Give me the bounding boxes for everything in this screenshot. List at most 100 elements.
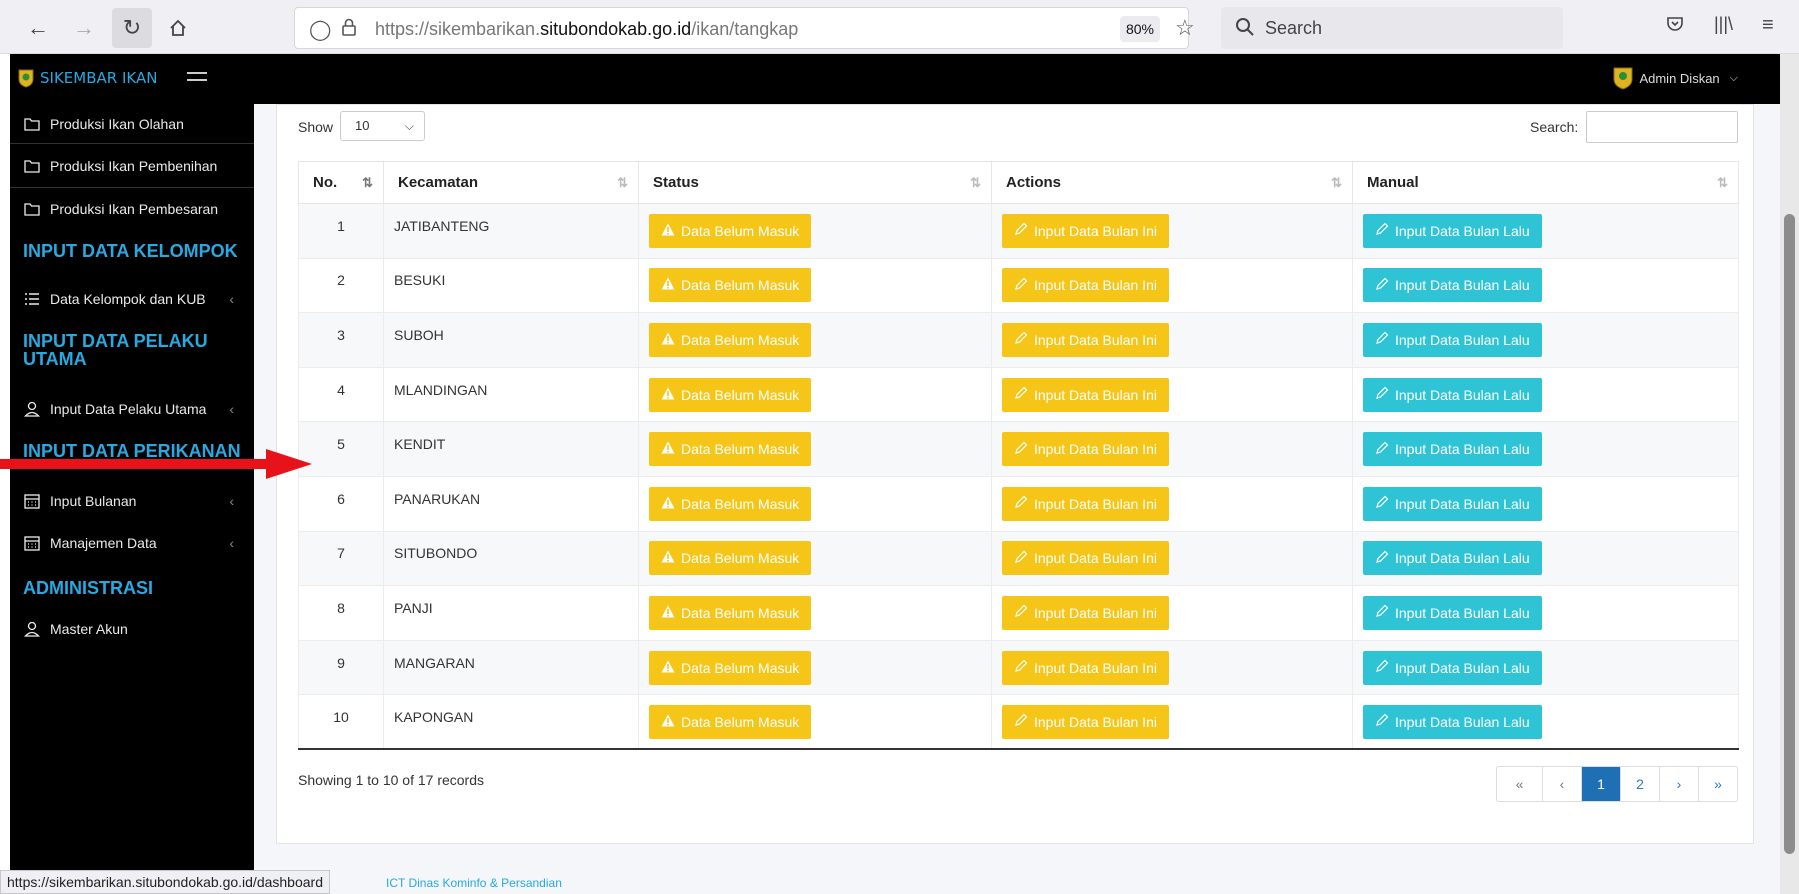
sidebar-item-label: Produksi Ikan Pembenihan: [50, 157, 218, 174]
forward-arrow-icon[interactable]: →: [64, 8, 104, 48]
input-last-month-button[interactable]: Input Data Bulan Lalu: [1363, 595, 1542, 630]
row-number: 4: [298, 366, 384, 423]
status-badge[interactable]: Data Belum Masuk: [649, 595, 812, 630]
show-entries-select[interactable]: 10 ⌵: [340, 111, 425, 141]
table-search-input[interactable]: [1586, 111, 1738, 143]
warning-icon: [661, 496, 675, 512]
input-this-month-button[interactable]: Input Data Bulan Ini: [1002, 704, 1169, 739]
next-page-button[interactable]: ›: [1659, 767, 1698, 801]
input-last-month-button[interactable]: Input Data Bulan Lalu: [1363, 268, 1542, 303]
input-last-month-button[interactable]: Input Data Bulan Lalu: [1363, 213, 1542, 248]
input-last-month-button[interactable]: Input Data Bulan Lalu: [1363, 322, 1542, 357]
input-this-month-button[interactable]: Input Data Bulan Ini: [1002, 650, 1169, 685]
padlock-icon[interactable]: [341, 18, 357, 36]
row-kecamatan: KENDIT: [383, 421, 639, 477]
column-header-kecamatan[interactable]: Kecamatan ⇅: [383, 161, 639, 204]
row-manual-cell: Input Data Bulan Lalu: [1352, 639, 1739, 696]
table-header-row: No. ⇅ Kecamatan ⇅ Status ⇅ Actions ⇅ Manual ⇅: [298, 161, 1739, 204]
row-manual-cell: Input Data Bulan Lalu: [1352, 421, 1739, 477]
row-number: 8: [298, 585, 384, 641]
tracking-shield-icon[interactable]: ◯: [309, 17, 331, 42]
menu-icon[interactable]: ≡: [1762, 14, 1774, 37]
warning-icon: [661, 277, 675, 293]
input-this-month-button[interactable]: Input Data Bulan Ini: [1002, 268, 1169, 303]
button-label: Input Data Bulan Lalu: [1395, 386, 1530, 403]
pencil-icon: [1014, 331, 1028, 348]
column-header-actions[interactable]: Actions ⇅: [991, 161, 1353, 204]
reload-icon[interactable]: ↻: [112, 8, 152, 48]
page-scrollbar[interactable]: [1780, 54, 1799, 894]
chevron-left-icon: ‹: [229, 401, 234, 417]
back-arrow-icon[interactable]: ←: [18, 8, 58, 48]
status-badge[interactable]: Data Belum Masuk: [649, 377, 812, 412]
column-header-no[interactable]: No. ⇅: [298, 161, 384, 204]
sidebar-item-data-kelompok[interactable]: Data Kelompok dan KUB ‹: [10, 279, 254, 319]
user-menu[interactable]: Admin Diskan ⌵: [1613, 66, 1738, 90]
scrollbar-thumb[interactable]: [1784, 214, 1795, 854]
status-badge[interactable]: Data Belum Masuk: [649, 650, 812, 685]
library-icon[interactable]: |||\: [1714, 14, 1733, 35]
bookmark-star-icon[interactable]: ☆: [1175, 15, 1195, 41]
input-last-month-button[interactable]: Input Data Bulan Lalu: [1363, 486, 1542, 521]
sidebar-item-manajemen-data[interactable]: Manajemen Data ‹: [10, 523, 254, 563]
pagination: « ‹ 1 2 › »: [1496, 766, 1738, 802]
input-this-month-button[interactable]: Input Data Bulan Ini: [1002, 486, 1169, 521]
input-this-month-button[interactable]: Input Data Bulan Ini: [1002, 432, 1169, 467]
input-this-month-button[interactable]: Input Data Bulan Ini: [1002, 377, 1169, 412]
last-page-button[interactable]: »: [1698, 767, 1737, 801]
sidebar-heading-pelaku: INPUT DATA PELAKU UTAMA: [23, 331, 208, 369]
zoom-level-badge[interactable]: 80%: [1120, 16, 1160, 42]
warning-icon: [661, 714, 675, 730]
sidebar-item-produksi-ikan-pembesaran[interactable]: Produksi Ikan Pembesaran: [10, 188, 254, 230]
url-text[interactable]: https://sikembarikan.situbondokab.go.id/…: [375, 19, 798, 40]
status-badge[interactable]: Data Belum Masuk: [649, 704, 812, 739]
row-kecamatan: BESUKI: [383, 257, 639, 314]
row-status-cell: Data Belum Masuk: [638, 366, 992, 423]
status-badge[interactable]: Data Belum Masuk: [649, 541, 812, 576]
pocket-icon[interactable]: [1665, 14, 1685, 40]
status-badge[interactable]: Data Belum Masuk: [649, 486, 812, 521]
browser-search-box[interactable]: Search: [1221, 7, 1563, 49]
sidebar-item-label: Produksi Ikan Pembesaran: [50, 201, 219, 217]
row-status-cell: Data Belum Masuk: [638, 257, 992, 314]
status-badge[interactable]: Data Belum Masuk: [649, 268, 812, 303]
input-this-month-button[interactable]: Input Data Bulan Ini: [1002, 541, 1169, 576]
sidebar-item-input-bulanan[interactable]: Input Bulanan ‹: [10, 481, 254, 521]
prev-page-button[interactable]: ‹: [1542, 767, 1581, 801]
brand[interactable]: SIKEMBAR IKAN: [18, 68, 157, 88]
page-1-button[interactable]: 1: [1581, 767, 1620, 801]
sidebar-item-produksi-ikan-pembenihan[interactable]: Produksi Ikan Pembenihan: [10, 144, 254, 188]
page-2-button[interactable]: 2: [1620, 767, 1659, 801]
first-page-button[interactable]: «: [1497, 767, 1542, 801]
input-last-month-button[interactable]: Input Data Bulan Lalu: [1363, 432, 1542, 467]
button-label: Input Data Bulan Ini: [1034, 659, 1157, 676]
input-this-month-button[interactable]: Input Data Bulan Ini: [1002, 322, 1169, 357]
button-label: Input Data Bulan Ini: [1034, 550, 1157, 567]
input-last-month-button[interactable]: Input Data Bulan Lalu: [1363, 541, 1542, 576]
column-header-label: No.: [313, 174, 338, 191]
column-header-status[interactable]: Status ⇅: [638, 161, 992, 204]
input-this-month-button[interactable]: Input Data Bulan Ini: [1002, 595, 1169, 630]
status-label: Data Belum Masuk: [681, 441, 800, 458]
pencil-icon: [1375, 277, 1389, 294]
warning-icon: [661, 223, 675, 239]
sidebar-item-pelaku-utama[interactable]: Input Data Pelaku Utama ‹: [10, 389, 254, 429]
sidebar-toggle-icon[interactable]: [187, 72, 207, 86]
column-header-manual[interactable]: Manual ⇅: [1352, 161, 1739, 204]
input-last-month-button[interactable]: Input Data Bulan Lalu: [1363, 650, 1542, 685]
input-last-month-button[interactable]: Input Data Bulan Lalu: [1363, 704, 1542, 739]
button-label: Input Data Bulan Lalu: [1395, 713, 1530, 730]
status-badge[interactable]: Data Belum Masuk: [649, 432, 812, 467]
input-last-month-button[interactable]: Input Data Bulan Lalu: [1363, 377, 1542, 412]
button-label: Input Data Bulan Ini: [1034, 495, 1157, 512]
status-badge[interactable]: Data Belum Masuk: [649, 213, 812, 248]
home-icon[interactable]: [158, 8, 198, 48]
table-row: 7 SITUBONDO Data Belum Masuk Input Data Bul…: [298, 530, 1739, 587]
url-bar[interactable]: ◯ https://sikembarikan.situbondokab.go.i…: [294, 7, 1195, 49]
row-actions-cell: Input Data Bulan Ini: [991, 585, 1353, 641]
status-badge[interactable]: Data Belum Masuk: [649, 322, 812, 357]
sidebar-item-master-akun[interactable]: Master Akun: [10, 609, 254, 649]
input-this-month-button[interactable]: Input Data Bulan Ini: [1002, 213, 1169, 248]
sort-icon: ⇅: [970, 175, 981, 190]
sidebar-item-produksi-ikan-olahan[interactable]: Produksi Ikan Olahan: [10, 104, 254, 144]
